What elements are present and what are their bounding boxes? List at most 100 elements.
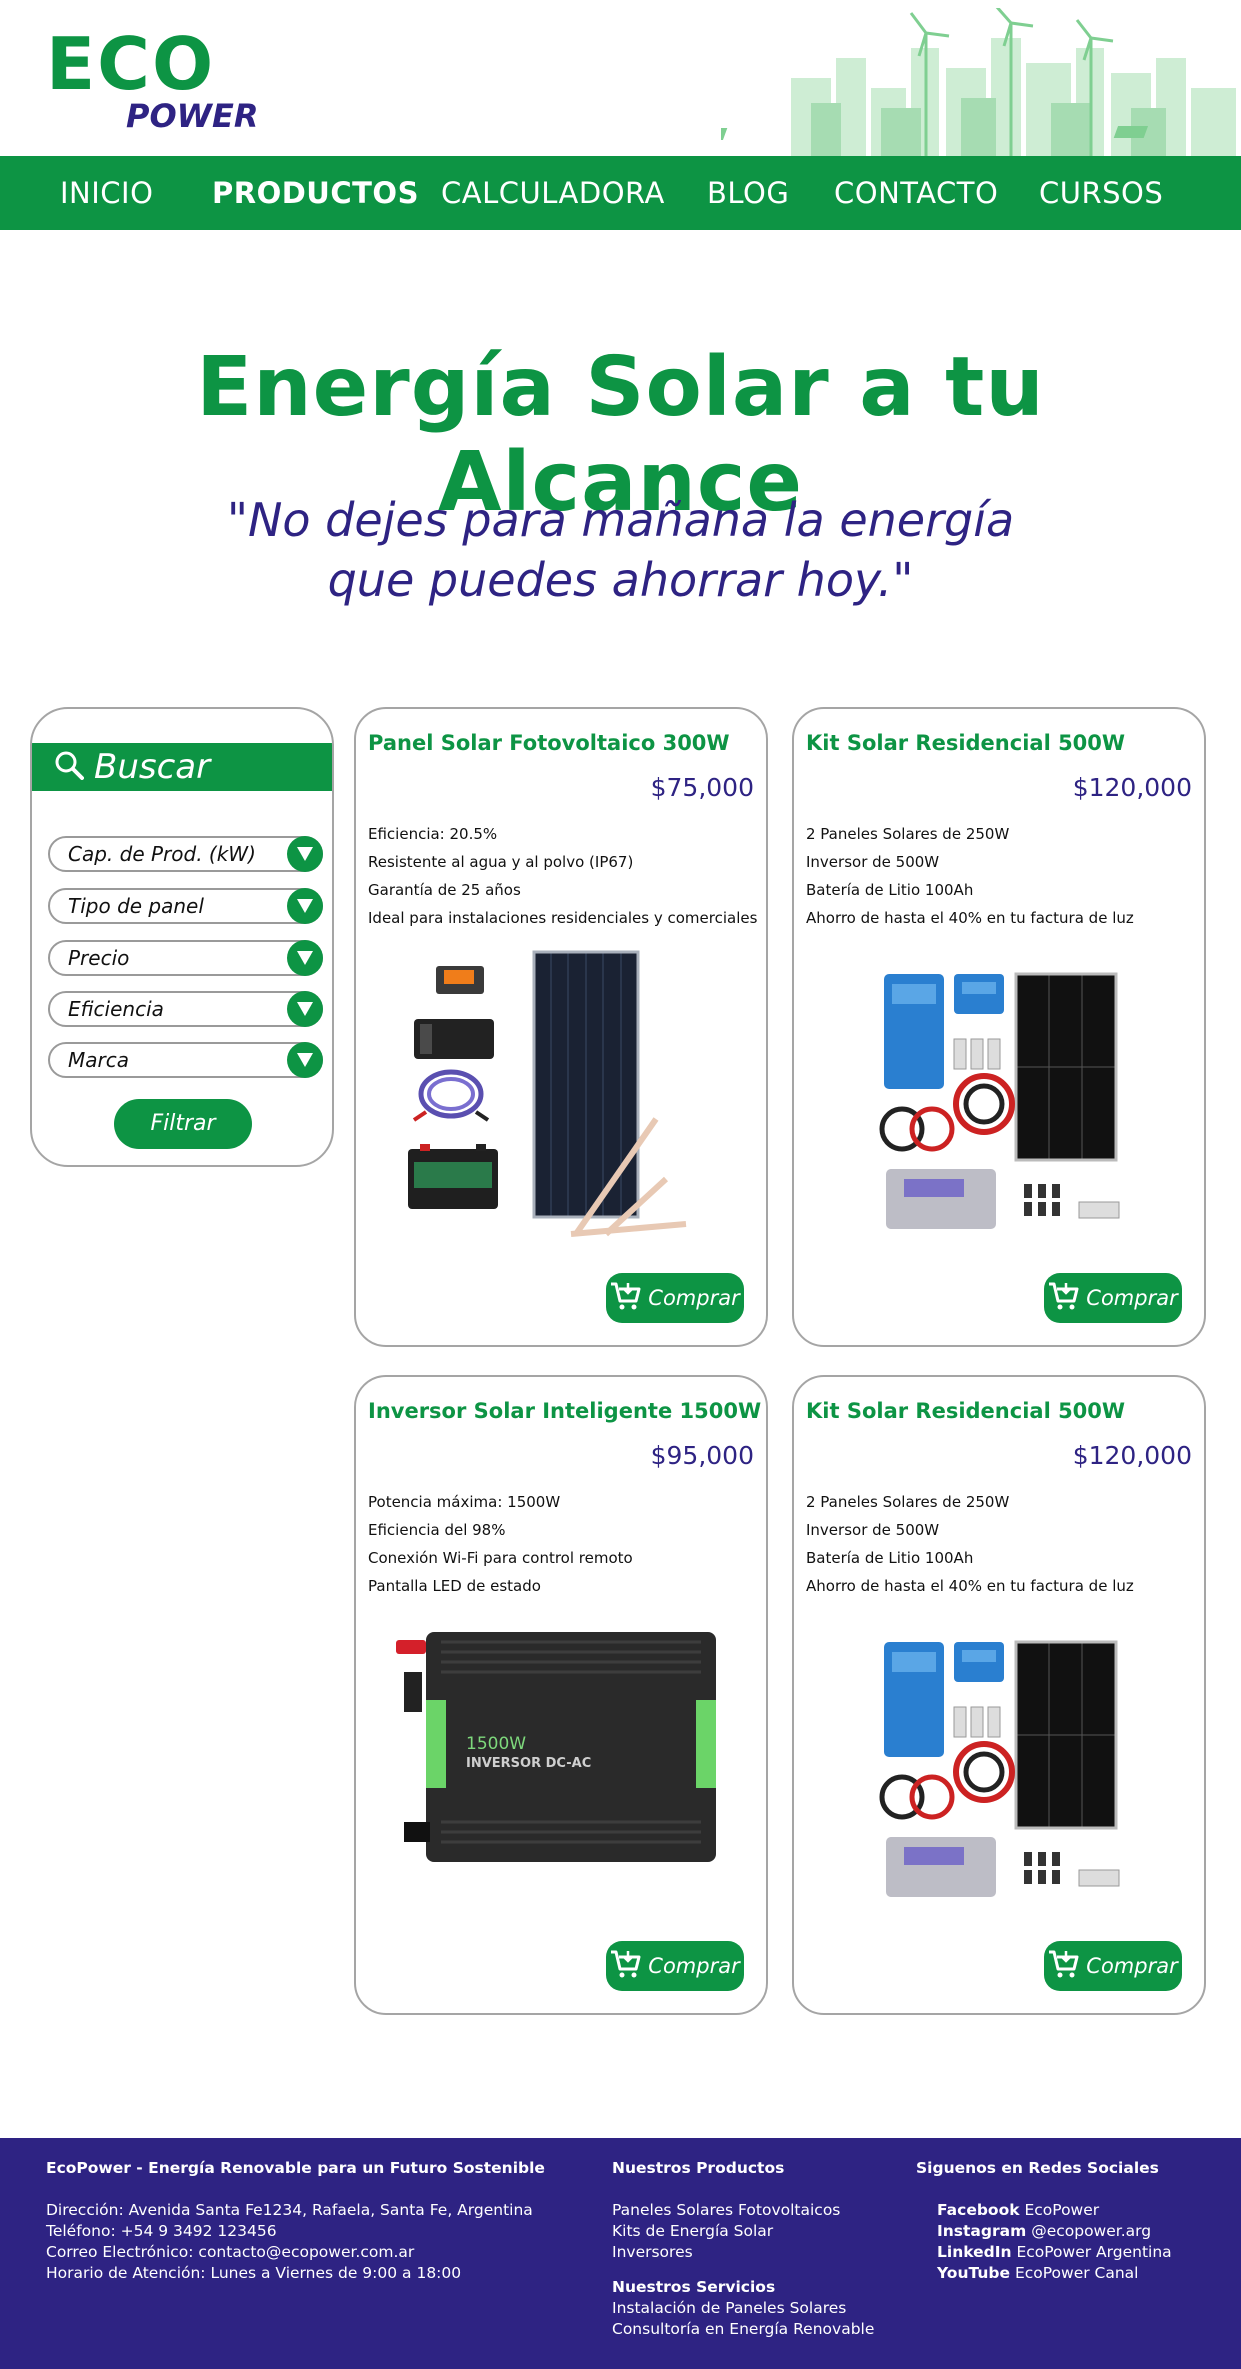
footer-product-link[interactable]: Paneles Solares Fotovoltaicos <box>612 2200 874 2221</box>
chevron-down-icon[interactable] <box>287 836 323 872</box>
social-linkedin-link[interactable]: LinkedIn EcoPower Argentina <box>916 2242 1172 2263</box>
chevron-down-icon[interactable] <box>287 940 323 976</box>
footer-service-link[interactable]: Instalación de Paneles Solares <box>612 2298 874 2319</box>
inverter-wattage-label: 1500W <box>466 1734 526 1754</box>
main-nav: INICIO PRODUCTOS CALCULADORA BLOG CONTAC… <box>0 156 1241 230</box>
product-name[interactable]: Inversor Solar Inteligente 1500W <box>368 1399 761 1423</box>
product-price: $75,000 <box>650 773 754 802</box>
nav-productos[interactable]: PRODUCTOS <box>212 156 419 230</box>
footer-products: Nuestros Productos Paneles Solares Fotov… <box>612 2158 874 2340</box>
filter-label: Eficiencia <box>68 997 164 1021</box>
filter-capacidad-dropdown[interactable]: Cap. de Prod. (kW) <box>48 836 323 872</box>
social-handle: EcoPower <box>1024 2201 1100 2219</box>
inverter-type-label: INVERSOR DC-AC <box>466 1756 591 1771</box>
filter-marca-dropdown[interactable]: Marca <box>48 1042 323 1078</box>
site-footer: EcoPower - Energía Renovable para un Fut… <box>0 2138 1241 2369</box>
product-card: Panel Solar Fotovoltaico 300W $75,000 Ef… <box>354 707 768 1347</box>
residential-kit-image[interactable] <box>834 1612 1164 1912</box>
product-name[interactable]: Kit Solar Residencial 500W <box>806 1399 1125 1423</box>
social-instagram-link[interactable]: Instagram @ecopower.arg <box>916 2221 1172 2242</box>
feature-item: Eficiencia: 20.5% <box>368 825 498 843</box>
footer-products-title: Nuestros Productos <box>612 2159 785 2177</box>
social-handle: EcoPower Argentina <box>1016 2243 1172 2261</box>
nav-cursos[interactable]: CURSOS <box>1039 156 1163 230</box>
logo-eco-text: ECO <box>46 22 216 106</box>
hero-quote: "No dejes para mañana la energía que pue… <box>0 490 1241 610</box>
ecopower-logo[interactable]: ECO POWER <box>46 28 276 140</box>
hero-quote-line-2: que puedes ahorrar hoy." <box>327 553 914 607</box>
product-features: Eficiencia: 20.5% Resistente al agua y a… <box>368 820 757 932</box>
nav-inicio[interactable]: INICIO <box>60 156 153 230</box>
residential-kit-image[interactable] <box>834 944 1164 1244</box>
footer-address: Dirección: Avenida Santa Fe1234, Rafaela… <box>46 2201 533 2219</box>
filter-tipo-panel-dropdown[interactable]: Tipo de panel <box>48 888 323 924</box>
feature-item: Ahorro de hasta el 40% en tu factura de … <box>806 1577 1134 1595</box>
nav-calculadora[interactable]: CALCULADORA <box>441 156 665 230</box>
buy-button[interactable]: Comprar <box>1044 1273 1182 1323</box>
filter-label: Tipo de panel <box>68 894 204 918</box>
filter-label: Marca <box>68 1048 129 1072</box>
chevron-down-icon[interactable] <box>287 1042 323 1078</box>
cart-icon <box>1048 1281 1080 1315</box>
filter-label: Precio <box>68 946 130 970</box>
footer-social-title: Siguenos en Redes Sociales <box>916 2159 1159 2177</box>
buy-label: Comprar <box>648 1954 740 1978</box>
filter-button[interactable]: Filtrar <box>114 1099 252 1149</box>
footer-product-link[interactable]: Inversores <box>612 2242 874 2263</box>
chevron-down-icon[interactable] <box>287 991 323 1027</box>
nav-contacto[interactable]: CONTACTO <box>834 156 998 230</box>
logo-power-text: POWER <box>126 97 259 135</box>
feature-item: Eficiencia del 98% <box>368 1521 506 1539</box>
buy-button[interactable]: Comprar <box>606 1273 744 1323</box>
feature-item: Inversor de 500W <box>806 853 940 871</box>
site-header: ECO POWER INICIO PRODUCTOS CALCULADORA B… <box>0 0 1241 230</box>
feature-item: Ahorro de hasta el 40% en tu factura de … <box>806 909 1134 927</box>
nav-blog[interactable]: BLOG <box>707 156 789 230</box>
inverter-image[interactable]: 1500W INVERSOR DC-AC <box>396 1612 726 1912</box>
footer-hours: Horario de Atención: Lunes a Viernes de … <box>46 2264 462 2282</box>
social-facebook-link[interactable]: Facebook EcoPower <box>916 2200 1172 2221</box>
footer-product-link[interactable]: Kits de Energía Solar <box>612 2221 874 2242</box>
footer-phone[interactable]: Teléfono: +54 9 3492 123456 <box>46 2221 545 2242</box>
cart-icon <box>610 1281 642 1315</box>
buy-button[interactable]: Comprar <box>606 1941 744 1991</box>
product-price: $95,000 <box>650 1441 754 1470</box>
feature-item: Ideal para instalaciones residenciales y… <box>368 909 758 927</box>
feature-item: Inversor de 500W <box>806 1521 940 1539</box>
buy-button[interactable]: Comprar <box>1044 1941 1182 1991</box>
cart-icon <box>1048 1949 1080 1983</box>
search-title: Buscar <box>94 747 211 787</box>
social-network: Instagram <box>937 2222 1027 2240</box>
filter-eficiencia-dropdown[interactable]: Eficiencia <box>48 991 323 1027</box>
footer-email[interactable]: Correo Electrónico: contacto@ecopower.co… <box>46 2242 545 2263</box>
product-card: Kit Solar Residencial 500W $120,000 2 Pa… <box>792 1375 1206 2015</box>
social-youtube-link[interactable]: YouTube EcoPower Canal <box>916 2263 1172 2284</box>
footer-services-title: Nuestros Servicios <box>612 2278 776 2296</box>
filter-precio-dropdown[interactable]: Precio <box>48 940 323 976</box>
search-filter-panel: Buscar Cap. de Prod. (kW) Tipo de panel … <box>30 707 334 1167</box>
green-city-skyline-illustration <box>721 8 1236 158</box>
buy-label: Comprar <box>648 1286 740 1310</box>
solar-panel-kit-image[interactable] <box>396 944 726 1244</box>
feature-item: Conexión Wi-Fi para control remoto <box>368 1549 633 1567</box>
product-card: Inversor Solar Inteligente 1500W $95,000… <box>354 1375 768 2015</box>
feature-item: Potencia máxima: 1500W <box>368 1493 561 1511</box>
product-price: $120,000 <box>1072 1441 1192 1470</box>
product-name[interactable]: Kit Solar Residencial 500W <box>806 731 1125 755</box>
buy-label: Comprar <box>1086 1286 1178 1310</box>
product-card: Kit Solar Residencial 500W $120,000 2 Pa… <box>792 707 1206 1347</box>
hero-quote-line-1: "No dejes para mañana la energía <box>226 493 1015 547</box>
footer-about-title: EcoPower - Energía Renovable para un Fut… <box>46 2159 545 2177</box>
feature-item: 2 Paneles Solares de 250W <box>806 825 1010 843</box>
footer-service-link[interactable]: Consultoría en Energía Renovable <box>612 2319 874 2340</box>
feature-item: Garantía de 25 años <box>368 881 521 899</box>
search-icon <box>54 750 84 784</box>
feature-item: Batería de Litio 100Ah <box>806 881 974 899</box>
social-handle: EcoPower Canal <box>1014 2264 1139 2282</box>
chevron-down-icon[interactable] <box>287 888 323 924</box>
product-features: Potencia máxima: 1500W Eficiencia del 98… <box>368 1488 633 1600</box>
product-name[interactable]: Panel Solar Fotovoltaico 300W <box>368 731 730 755</box>
product-price: $120,000 <box>1072 773 1192 802</box>
social-handle: @ecopower.arg <box>1031 2222 1152 2240</box>
footer-social: Siguenos en Redes Sociales Facebook EcoP… <box>916 2158 1172 2284</box>
